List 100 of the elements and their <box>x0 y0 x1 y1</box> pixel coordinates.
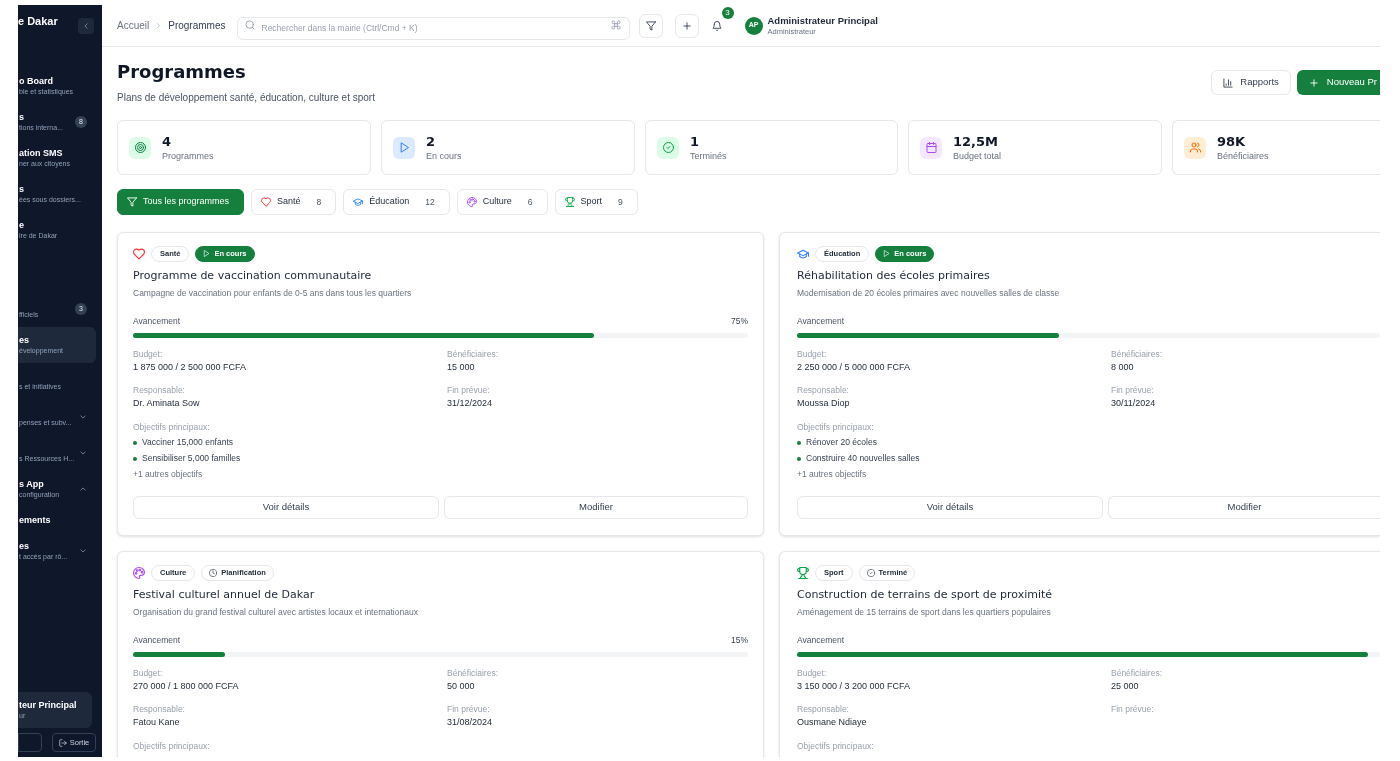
field-value: 50 000 <box>447 681 476 692</box>
sidebar-item-title: s <box>19 183 25 195</box>
field-value: 2 250 000 / 5 000 000 FCFA <box>797 362 912 373</box>
command-icon <box>610 20 621 30</box>
bullet-icon <box>133 456 137 461</box>
play-icon <box>393 136 415 159</box>
field-value: 30/11/2024 <box>1111 398 1157 409</box>
bullet-icon <box>797 440 801 445</box>
field-label: Fin prévue: <box>447 385 491 395</box>
field-label: Fin prévue: <box>1111 704 1155 714</box>
new-button[interactable]: Nouveau Pr <box>1296 70 1380 95</box>
filter-tab[interactable]: Culture 6 <box>456 189 548 215</box>
sidebar-item[interactable]: ements <box>18 507 96 533</box>
filter-count: 9 <box>618 195 623 209</box>
filter-tab[interactable]: Éducation 12 <box>343 189 450 215</box>
field-label: Budget: <box>133 668 164 678</box>
filter-tab[interactable]: Sport 9 <box>554 189 638 215</box>
stat-label: Programmes <box>162 149 214 162</box>
stat-value: 12,5M <box>953 133 999 150</box>
sidebar-item-title: s <box>19 111 25 123</box>
filter-count: 8 <box>316 195 322 209</box>
view-details-button[interactable]: Voir détails <box>797 496 1103 519</box>
chevron-up-icon[interactable] <box>79 485 87 493</box>
collapse-button[interactable] <box>78 18 94 34</box>
field-label: Bénéficiaires: <box>1111 349 1164 359</box>
objectives-label: Objectifs principaux: <box>133 422 211 432</box>
field-label: Budget: <box>797 668 828 678</box>
objective-text: Rénover 20 écoles <box>806 437 877 448</box>
palette-icon <box>133 566 145 579</box>
field-value: 3 150 000 / 3 200 000 FCFA <box>797 681 912 692</box>
edit-button[interactable]: Modifier <box>1108 496 1380 519</box>
progress-percent: 75% <box>731 316 748 327</box>
field-value: 25 000 <box>1111 681 1140 692</box>
filter-icon <box>645 20 656 31</box>
chevron-down-icon[interactable] <box>79 413 87 421</box>
breadcrumb-link[interactable]: Programmes <box>168 19 226 32</box>
view-details-button[interactable]: Voir détails <box>133 496 439 519</box>
filter-button[interactable] <box>638 13 663 38</box>
chevron-down-icon[interactable] <box>79 547 87 555</box>
clock-icon <box>209 568 218 577</box>
bullet-icon <box>133 440 137 445</box>
plus-icon <box>1308 77 1319 88</box>
field-value: 1 875 000 / 2 500 000 FCFA <box>133 362 248 373</box>
objectives-label: Objectifs principaux: <box>797 741 875 751</box>
sidebar-item-title: es <box>19 540 30 552</box>
bar-chart-icon <box>1223 77 1234 88</box>
stat-value: 98K <box>1217 133 1247 150</box>
notification-badge: 3 <box>721 6 734 19</box>
filter-tab[interactable]: Santé 8 <box>251 189 337 215</box>
field-label: Fin prévue: <box>1111 385 1155 395</box>
program-description: Modernisation de 20 écoles primaires avec nouvelles salles de classe <box>797 288 1061 299</box>
program-title: Réhabilitation des écoles primaires <box>797 269 991 283</box>
objective-text: Construire 40 nouvelles salles <box>806 453 920 464</box>
field-value: Moussa Diop <box>797 398 851 409</box>
trophy-icon <box>564 197 575 207</box>
field-value: Fatou Kane <box>133 717 181 728</box>
sidebar-item-title: ation SMS <box>19 147 64 159</box>
brand-name: e Dakar <box>18 14 58 28</box>
search-icon <box>244 20 255 30</box>
stat-label: Budget total <box>953 149 1002 162</box>
palette-icon <box>466 197 477 207</box>
progress-percent: 15% <box>731 635 748 646</box>
field-value: Dr. Aminata Sow <box>133 398 201 409</box>
sidebar-item-title: s App <box>19 478 45 490</box>
field-label: Bénéficiaires: <box>447 668 500 678</box>
sidebar-item-title: e <box>19 219 25 231</box>
stat-value: 2 <box>426 133 437 150</box>
field-label: Fin prévue: <box>447 704 491 714</box>
breadcrumb-link[interactable]: Accueil <box>117 19 150 32</box>
filter-tab[interactable]: Tous les programmes <box>117 189 245 215</box>
field-value: 31/12/2024 <box>447 398 494 409</box>
sidebar-item-title: ements <box>19 514 52 526</box>
search-field[interactable]: Rechercher dans la mairie (Ctrl/Cmd + K) <box>236 16 630 40</box>
logout-icon <box>58 738 67 747</box>
user-name: Administrateur Principal <box>767 14 878 27</box>
heart-icon <box>133 247 145 260</box>
edit-button[interactable]: Modifier <box>444 496 748 519</box>
objectives-label: Objectifs principaux: <box>133 741 211 751</box>
graduation-cap-icon <box>353 197 364 207</box>
program-description: Aménagement de 15 terrains de sport dans les quartiers populaires <box>797 607 1052 618</box>
field-value: 15 000 <box>447 362 476 373</box>
reports-button[interactable]: Rapports <box>1211 70 1291 95</box>
field-value: 8 000 <box>1111 362 1135 373</box>
bullet-icon <box>797 456 801 461</box>
stat-label: Bénéficiaires <box>1217 149 1269 162</box>
field-label: Responsable: <box>133 704 186 714</box>
field-label: Budget: <box>133 349 164 359</box>
page-subtitle: Plans de développement santé, éducation, culture et sport <box>117 91 375 104</box>
objective-text: Sensibiliser 5,000 familles <box>142 453 241 464</box>
calendar-icon <box>920 136 942 159</box>
add-button[interactable] <box>674 13 699 38</box>
chevron-down-icon[interactable] <box>79 449 87 457</box>
field-label: Responsable: <box>797 704 850 714</box>
progress-label: Avancement <box>133 635 181 646</box>
check-circle-icon <box>866 568 875 577</box>
stat-label: En cours <box>426 149 462 162</box>
target-icon <box>129 136 151 159</box>
users-icon <box>1184 136 1206 159</box>
filter-icon <box>127 197 137 207</box>
page-title: Programmes <box>117 61 247 83</box>
